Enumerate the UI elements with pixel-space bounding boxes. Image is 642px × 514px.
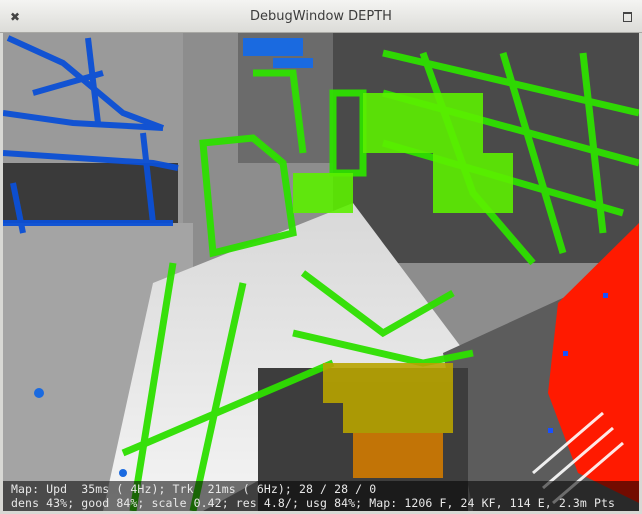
window-border-left	[0, 33, 3, 514]
window-title: DebugWindow DEPTH	[250, 9, 392, 24]
debug-window: ✖ DebugWindow DEPTH Map: Upd 35ms (4Hz)…	[0, 0, 642, 514]
status-line-stats: dens 43%; good 84%; scale 0.42; res 4.8/…	[11, 496, 616, 510]
status-line-map: Map: Upd 35ms ( 4Hz); Trk 21ms ( 6Hz); 2…	[11, 482, 377, 496]
depth-view: Map: Upd 35ms ( 4Hz); Trk 21ms ( 6Hz); 2…	[3, 33, 639, 511]
maximize-icon[interactable]	[619, 9, 635, 25]
status-overlay: Map: Upd 35ms ( 4Hz); Trk 21ms ( 6Hz); 2…	[3, 481, 639, 511]
title-bar: ✖ DebugWindow DEPTH	[0, 0, 642, 33]
depth-image	[3, 33, 639, 511]
